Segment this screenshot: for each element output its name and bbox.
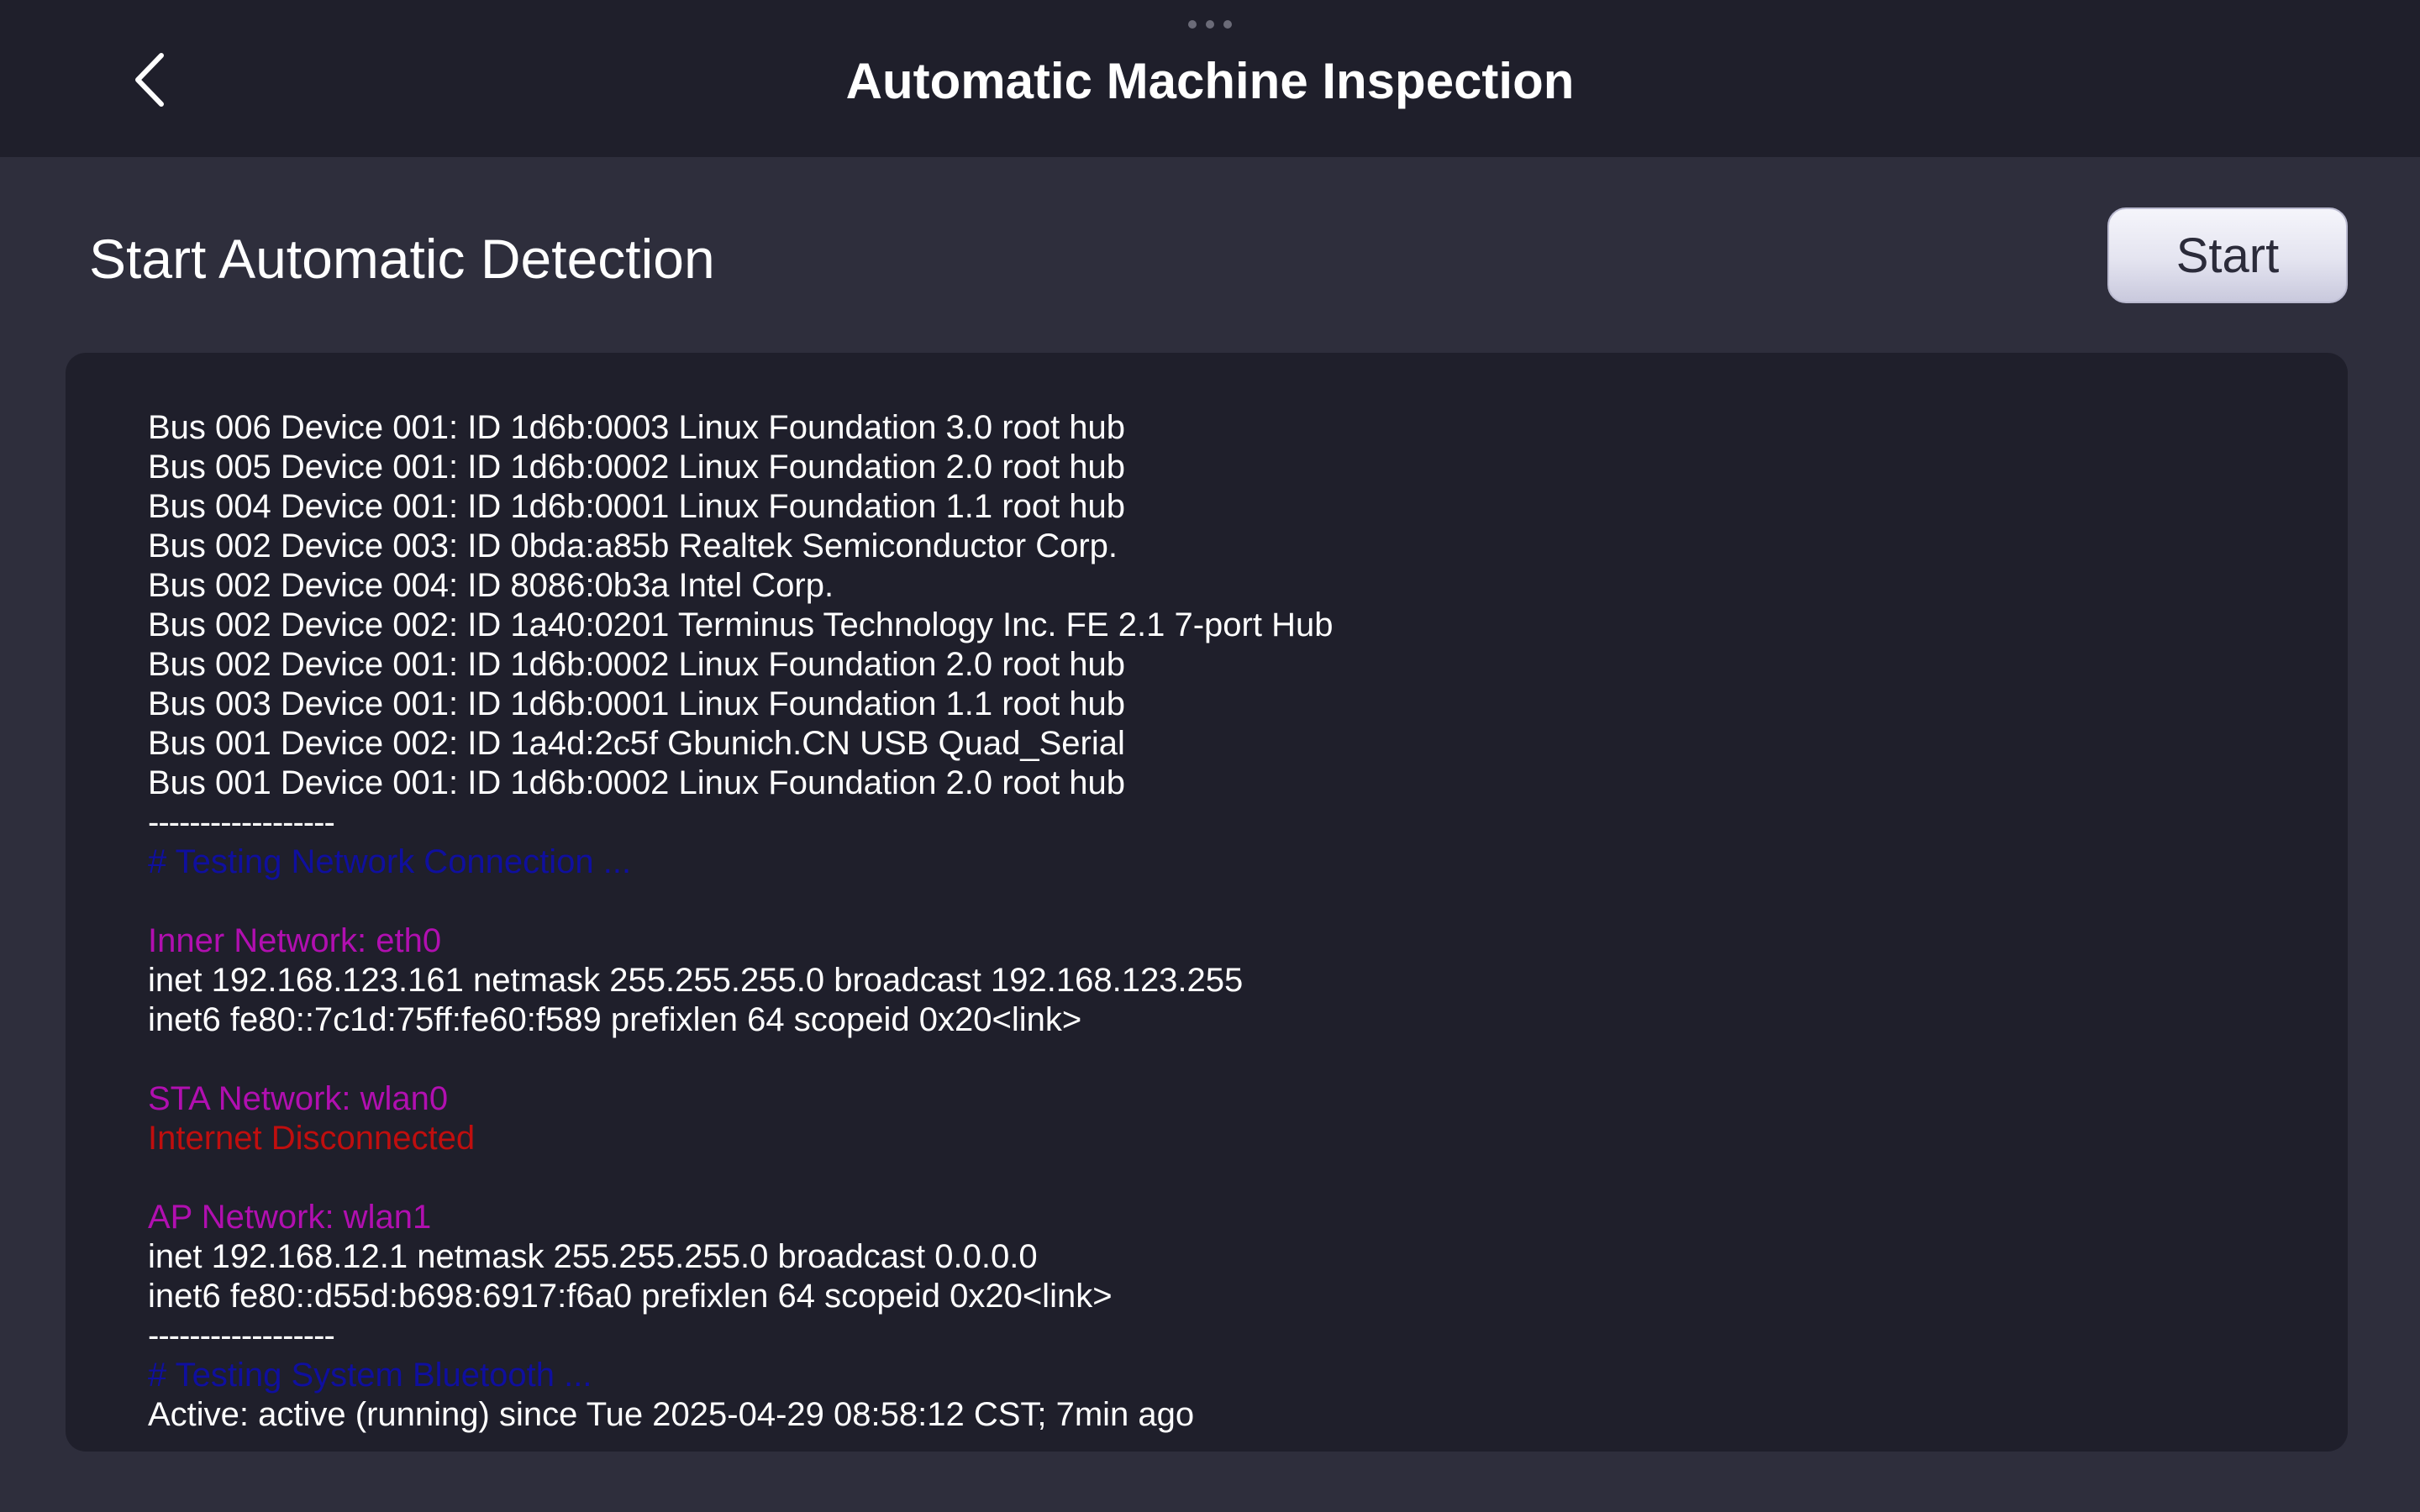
usb-line: Bus 004 Device 001: ID 1d6b:0001 Linux F… xyxy=(148,488,1126,525)
usb-line: Bus 002 Device 004: ID 8086:0b3a Intel C… xyxy=(148,567,834,604)
separator: ------------------ xyxy=(148,804,335,841)
console-output: Bus 006 Device 001: ID 1d6b:0003 Linux F… xyxy=(148,408,2299,1435)
usb-line: Bus 002 Device 002: ID 1a40:0201 Terminu… xyxy=(148,606,1334,643)
ap-inet-line: inet 192.168.12.1 netmask 255.255.255.0 … xyxy=(148,1238,1038,1275)
separator: ------------------ xyxy=(148,1317,335,1354)
bluetooth-test-heading: # Testing System Bluetooth ... xyxy=(148,1357,592,1394)
usb-line: Bus 005 Device 001: ID 1d6b:0002 Linux F… xyxy=(148,449,1126,486)
top-bar: Automatic Machine Inspection xyxy=(0,0,2420,157)
inspection-console[interactable]: Bus 006 Device 001: ID 1d6b:0003 Linux F… xyxy=(66,353,2348,1452)
usb-line: Bus 006 Device 001: ID 1d6b:0003 Linux F… xyxy=(148,409,1126,446)
page-title: Automatic Machine Inspection xyxy=(845,53,1575,109)
start-button[interactable]: Start xyxy=(2107,207,2348,303)
sta-network-label: STA Network: wlan0 xyxy=(148,1080,449,1117)
inner-inet-line: inet 192.168.123.161 netmask 255.255.255… xyxy=(148,962,1244,999)
usb-line: Bus 001 Device 002: ID 1a4d:2c5f Gbunich… xyxy=(148,725,1125,762)
ap-network-label: AP Network: wlan1 xyxy=(148,1199,432,1236)
usb-line: Bus 001 Device 001: ID 1d6b:0002 Linux F… xyxy=(148,764,1126,801)
bluetooth-status: Active: active (running) since Tue 2025-… xyxy=(148,1396,1195,1433)
inner-network-label: Inner Network: eth0 xyxy=(148,922,442,959)
back-button[interactable] xyxy=(116,42,183,118)
detection-heading: Start Automatic Detection xyxy=(89,228,715,290)
network-test-heading: # Testing Network Connection ... xyxy=(148,843,632,880)
chevron-left-icon xyxy=(135,53,164,107)
usb-line: Bus 002 Device 001: ID 1d6b:0002 Linux F… xyxy=(148,646,1126,683)
usb-line: Bus 002 Device 003: ID 0bda:a85b Realtek… xyxy=(148,528,1118,564)
inner-inet6-line: inet6 fe80::7c1d:75ff:fe60:f589 prefixle… xyxy=(148,1001,1082,1038)
usb-line: Bus 003 Device 001: ID 1d6b:0001 Linux F… xyxy=(148,685,1126,722)
sta-status: Internet Disconnected xyxy=(148,1120,476,1157)
ap-inet6-line: inet6 fe80::d55d:b698:6917:f6a0 prefixle… xyxy=(148,1278,1113,1315)
